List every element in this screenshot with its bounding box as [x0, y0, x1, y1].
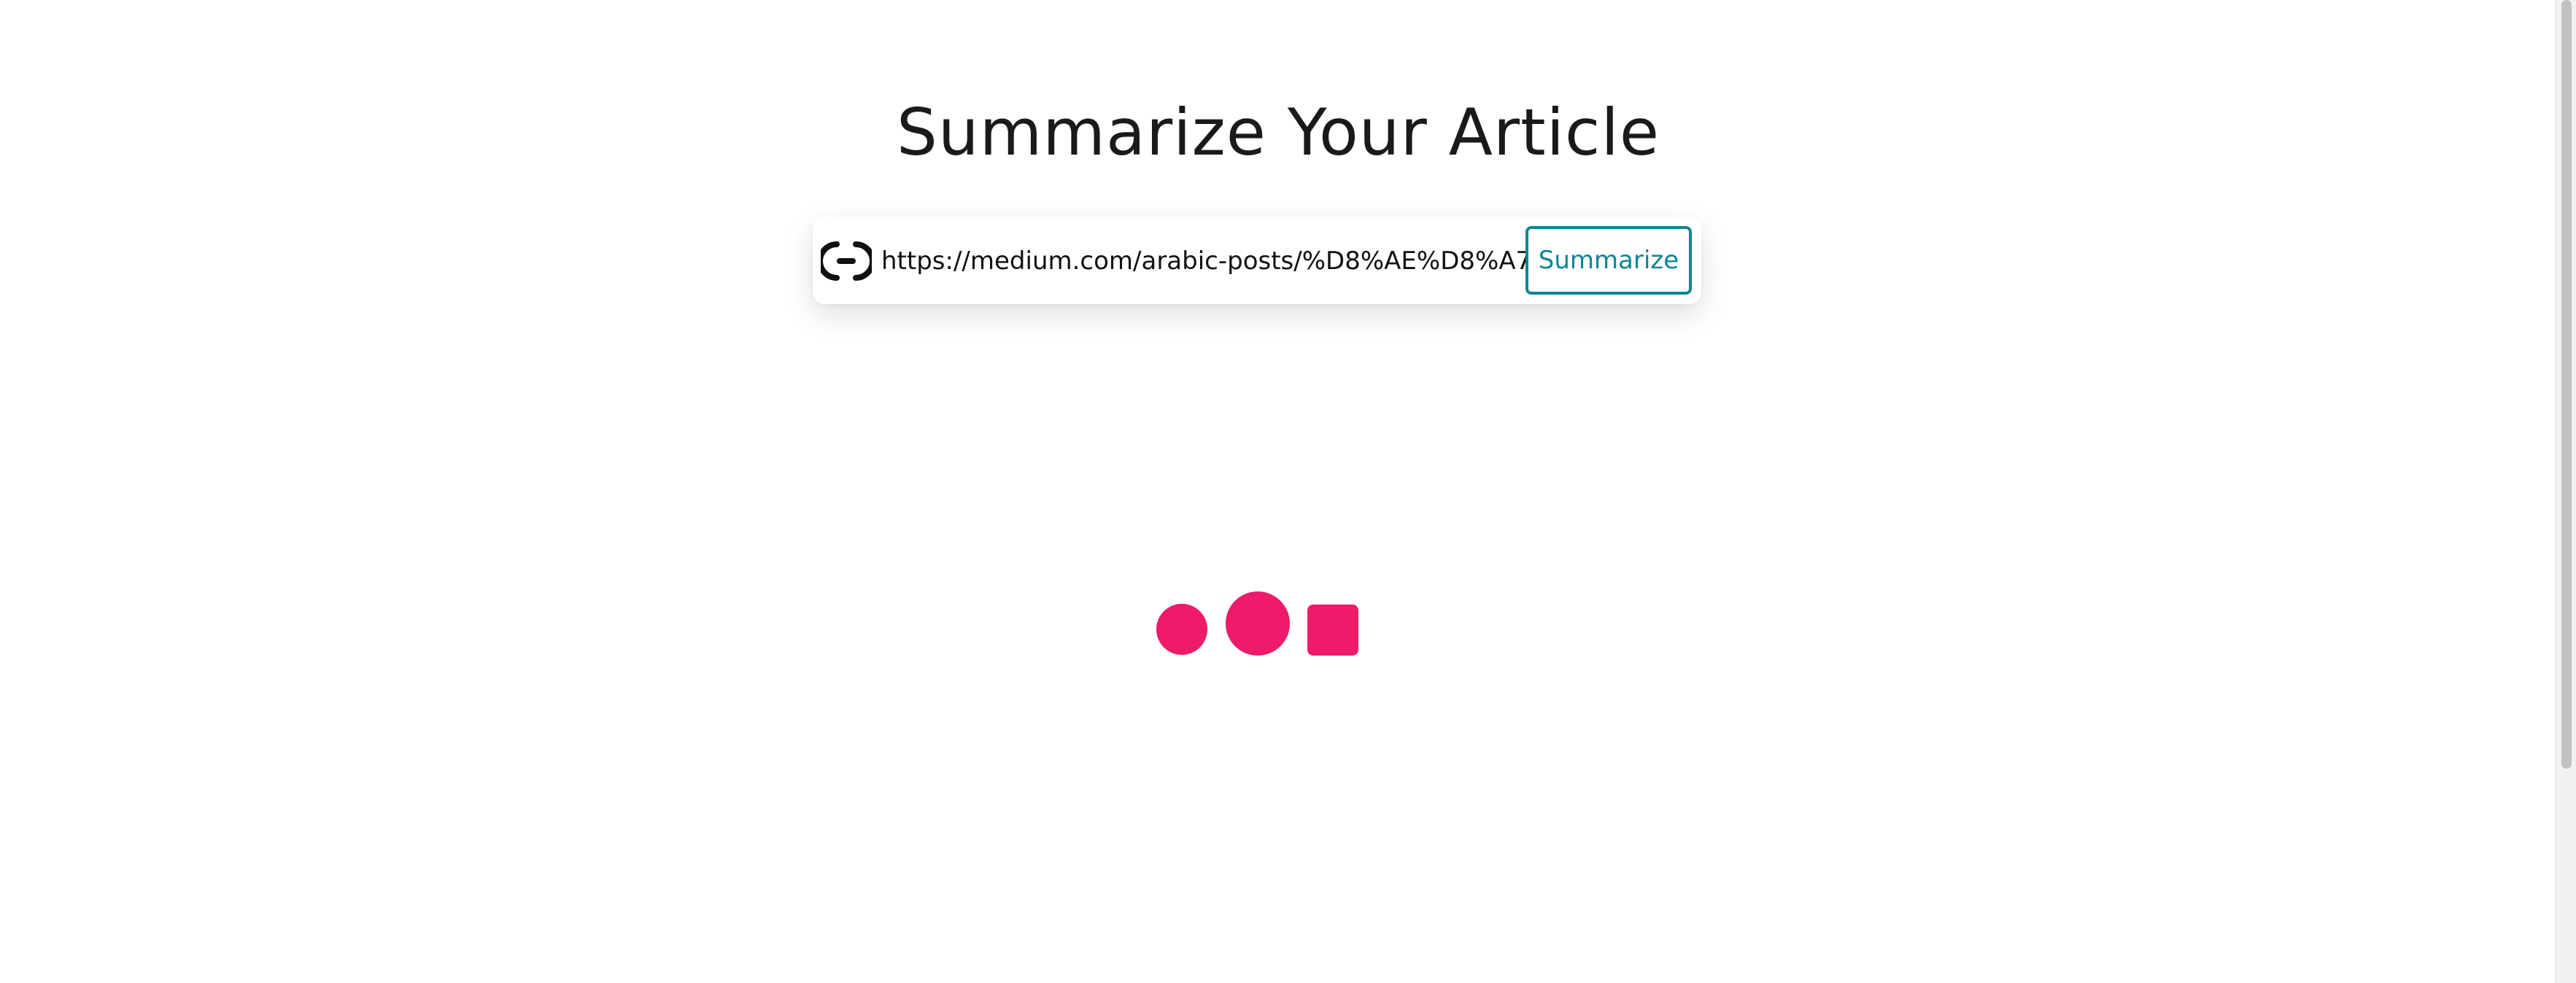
- page: Summarize Your Article Summarize: [0, 0, 2576, 983]
- vertical-scrollbar[interactable]: [2555, 0, 2576, 983]
- loader-dot-1: [1156, 604, 1207, 655]
- link-icon: [821, 241, 872, 281]
- url-input[interactable]: [881, 236, 1592, 287]
- loader-square: [1307, 605, 1358, 656]
- page-title: Summarize Your Article: [896, 95, 1660, 170]
- scrollbar-thumb[interactable]: [2561, 0, 2572, 769]
- summarize-button[interactable]: Summarize: [1525, 226, 1692, 295]
- url-search-bar: Summarize: [813, 217, 1701, 304]
- loader-dot-2: [1226, 591, 1290, 656]
